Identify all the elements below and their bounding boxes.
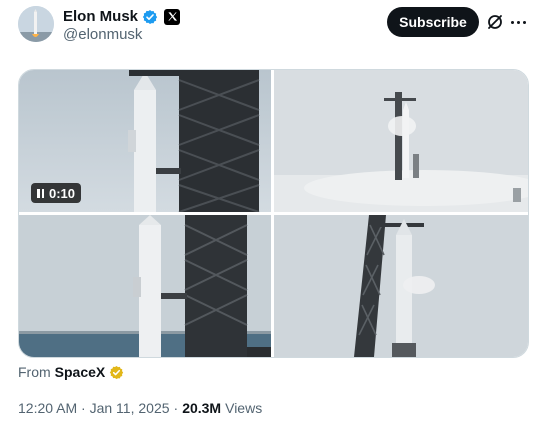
pause-icon[interactable] <box>37 188 44 198</box>
video-time: 0:10 <box>49 185 76 201</box>
media-tile-photo[interactable] <box>274 215 528 357</box>
gold-verified-badge-icon <box>109 365 124 380</box>
media-tile-video[interactable]: 0:10 <box>19 70 271 212</box>
author-display-name[interactable]: Elon Musk <box>63 8 138 25</box>
source-name-link[interactable]: SpaceX <box>55 364 106 380</box>
media-grid[interactable]: 0:10 <box>18 69 529 358</box>
views-label: Views <box>225 400 263 416</box>
verified-badge-icon <box>142 9 158 25</box>
video-timestamp-badge[interactable]: 0:10 <box>31 183 82 203</box>
more-options-icon[interactable] <box>507 12 529 32</box>
tweet-timestamp[interactable]: 12:20 AM · Jan 11, 2025 <box>18 400 170 416</box>
from-label: From <box>18 364 51 380</box>
author-handle[interactable]: @elonmusk <box>63 26 142 43</box>
source-attribution: From SpaceX <box>18 364 124 380</box>
subscribe-button[interactable]: Subscribe <box>387 7 479 37</box>
author-avatar[interactable] <box>18 6 54 42</box>
tweet-meta: 12:20 AM · Jan 11, 2025 · 20.3M Views <box>18 400 262 416</box>
x-affiliate-icon[interactable] <box>164 8 181 25</box>
views-count[interactable]: 20.3M <box>182 400 221 416</box>
meta-separator: · <box>173 400 179 416</box>
media-tile-photo[interactable] <box>19 215 271 357</box>
media-tile-photo[interactable] <box>274 70 528 212</box>
grok-icon[interactable] <box>485 12 505 32</box>
author-name-row: Elon Musk <box>63 8 181 25</box>
